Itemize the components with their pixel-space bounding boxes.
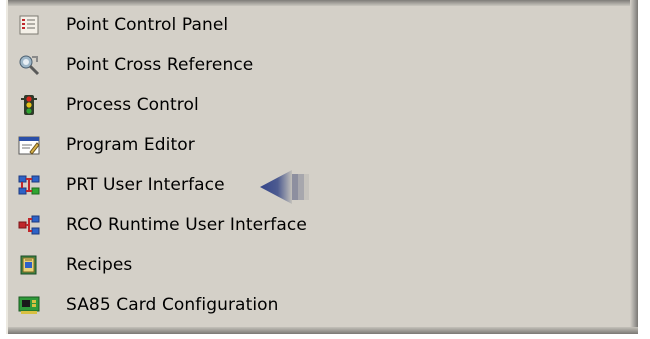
sa85-card-configuration-icon: [18, 294, 40, 316]
menu-item-label: Recipes: [66, 255, 133, 275]
panel-right-edge: [630, 0, 638, 334]
menu-item-label: SA85 Card Configuration: [66, 295, 279, 315]
process-control-icon: [18, 94, 40, 116]
program-editor-icon: [18, 134, 40, 156]
menu-item-sa85-card-configuration[interactable]: SA85 Card Configuration: [8, 285, 608, 325]
menu-item-label: Point Control Panel: [66, 15, 229, 35]
menu-item-rco-runtime-user-interface[interactable]: RCO Runtime User Interface: [8, 205, 608, 245]
rco-runtime-user-interface-icon: [18, 214, 40, 236]
point-control-panel-icon: [18, 14, 40, 36]
left-pointing-arrow-icon: [258, 168, 314, 206]
menu-item-label: Point Cross Reference: [66, 55, 254, 75]
menu-item-recipes[interactable]: Recipes: [8, 245, 608, 285]
menu-item-label: PRT User Interface: [66, 175, 225, 195]
menu-item-label: Process Control: [66, 95, 199, 115]
menu-item-process-control[interactable]: Process Control: [8, 85, 608, 125]
menu-item-program-editor[interactable]: Program Editor: [8, 125, 608, 165]
menu-item-label: Program Editor: [66, 135, 195, 155]
point-cross-reference-icon: [18, 54, 40, 76]
start-menu-submenu: Point Control Panel Point Cross Referenc…: [6, 0, 638, 334]
menu-item-label: RCO Runtime User Interface: [66, 215, 307, 235]
menu-item-point-control-panel[interactable]: Point Control Panel: [8, 5, 608, 45]
prt-user-interface-icon: [18, 174, 40, 196]
screenshot: Point Control Panel Point Cross Referenc…: [0, 0, 650, 339]
panel-bottom-edge: [8, 327, 638, 334]
menu-item-point-cross-reference[interactable]: Point Cross Reference: [8, 45, 608, 85]
recipes-icon: [18, 254, 40, 276]
